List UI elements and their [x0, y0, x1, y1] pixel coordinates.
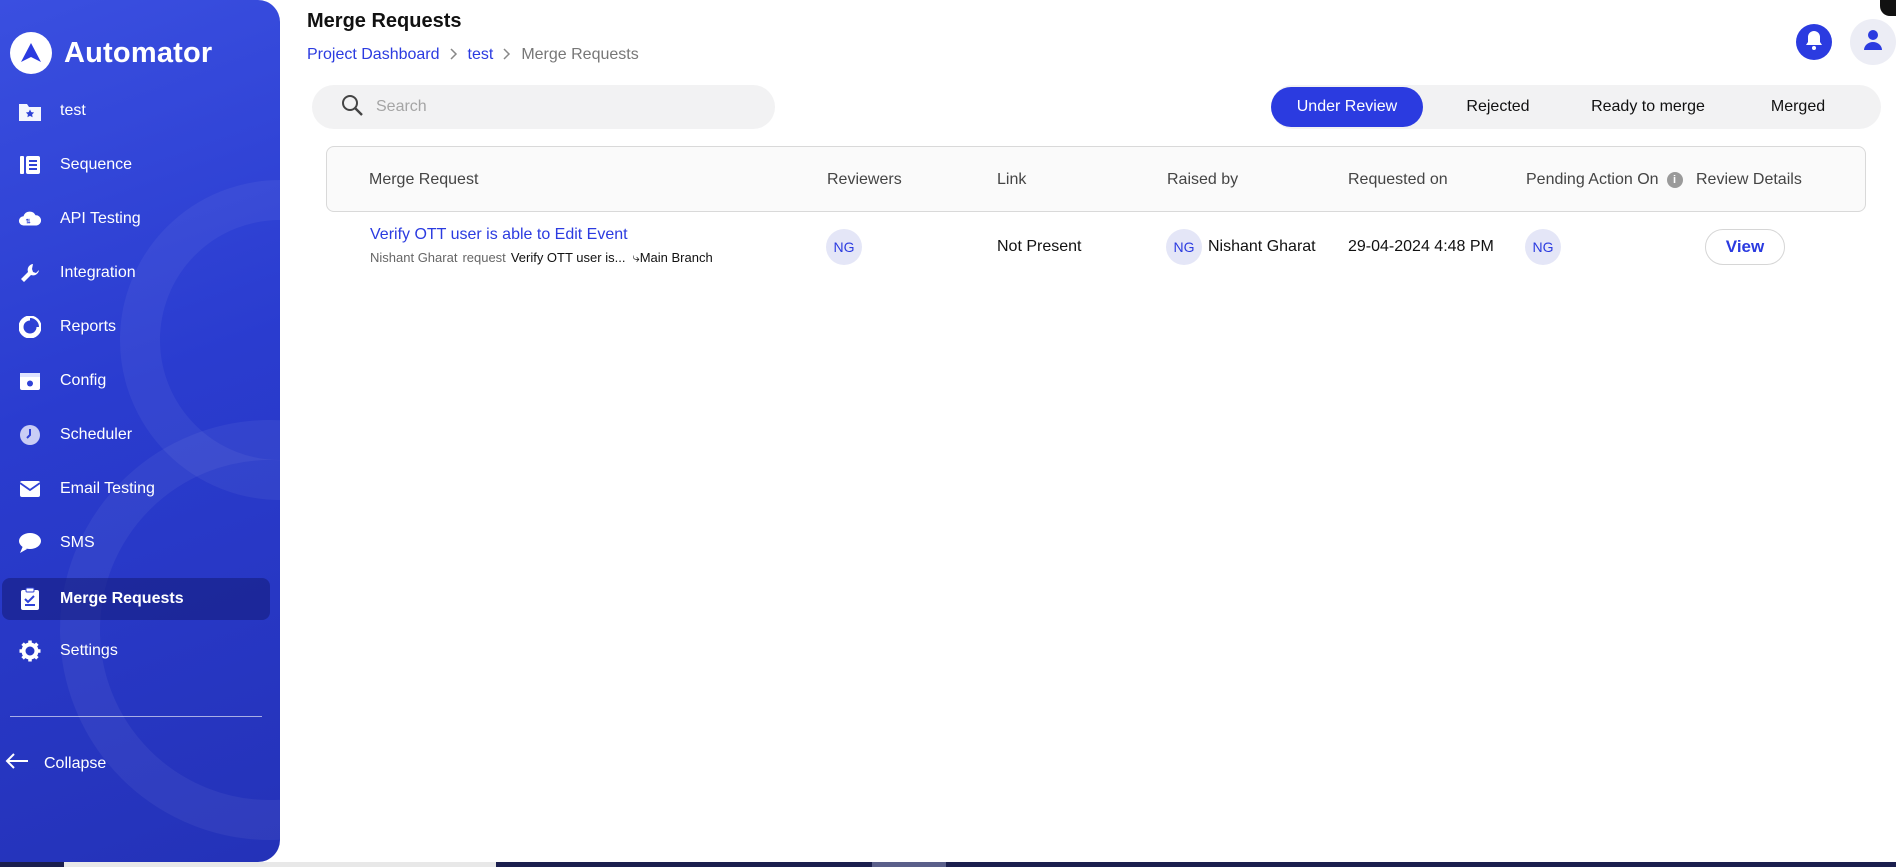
- column-header: Merge Request: [369, 171, 479, 188]
- bell-icon: [1803, 29, 1825, 56]
- branch-name: ⤷Main Branch: [632, 250, 713, 265]
- sidebar: Automator test Sequence ⇅ API Testing In…: [0, 0, 280, 862]
- sidebar-item-scheduler[interactable]: Scheduler: [2, 414, 270, 456]
- column-header-label: Pending Action On: [1526, 171, 1659, 188]
- pie-chart-icon: [18, 315, 42, 339]
- sidebar-item-label: Reports: [60, 318, 117, 335]
- column-header: Review Details: [1696, 171, 1802, 188]
- breadcrumb-project-dashboard[interactable]: Project Dashboard: [307, 46, 440, 64]
- user-profile-button[interactable]: [1850, 19, 1896, 65]
- chevron-right-icon: [449, 47, 458, 63]
- requester-name: Nishant Gharat: [370, 250, 458, 265]
- clipboard-check-icon: [18, 587, 42, 611]
- user-icon: [1863, 29, 1883, 56]
- link-status: Not Present: [997, 238, 1082, 255]
- breadcrumb-current: Merge Requests: [521, 46, 639, 63]
- view-button[interactable]: View: [1705, 229, 1785, 265]
- request-word: request: [462, 250, 506, 265]
- breadcrumb-test[interactable]: test: [468, 46, 494, 64]
- logo-icon: [10, 32, 52, 74]
- sidebar-item-label: Settings: [60, 642, 118, 659]
- column-header: Reviewers: [827, 171, 902, 188]
- arrow-left-icon: [4, 752, 30, 775]
- config-icon: [18, 369, 42, 393]
- table-row: Verify OTT user is able to Edit Event Ni…: [326, 214, 1866, 282]
- info-icon[interactable]: i: [1666, 172, 1683, 188]
- sidebar-item-settings[interactable]: Settings: [2, 630, 270, 672]
- tab-ready-to-merge[interactable]: Ready to merge: [1573, 87, 1723, 127]
- column-header: Link: [997, 171, 1027, 188]
- tab-merged[interactable]: Merged: [1723, 87, 1873, 127]
- search-input[interactable]: [376, 98, 756, 116]
- notifications-button[interactable]: [1796, 24, 1832, 60]
- sequence-icon: [18, 153, 42, 177]
- sidebar-item-label: Sequence: [60, 156, 133, 173]
- raised-by-name: Nishant Gharat: [1208, 238, 1316, 255]
- window-corner: [1880, 0, 1896, 16]
- merge-request-title-link[interactable]: Verify OTT user is able to Edit Event: [370, 226, 628, 244]
- request-item: Verify OTT user is...: [510, 250, 626, 265]
- table-header: Merge Request Reviewers Link Raised by R…: [326, 146, 1866, 212]
- raised-by: NG Nishant Gharat: [1166, 229, 1316, 265]
- page-title: Merge Requests: [307, 10, 462, 32]
- pending-action-avatar: NG: [1525, 229, 1561, 265]
- sidebar-item-config[interactable]: Config: [2, 360, 270, 402]
- sidebar-item-api-testing[interactable]: ⇅ API Testing: [2, 198, 270, 240]
- sidebar-divider: [10, 716, 262, 717]
- clock-icon: [18, 423, 42, 447]
- folder-star-icon: [18, 99, 42, 123]
- sidebar-item-sms[interactable]: SMS: [2, 522, 270, 564]
- sidebar-item-label: SMS: [60, 534, 95, 551]
- column-header: Raised by: [1167, 171, 1239, 188]
- mail-icon: [18, 477, 42, 501]
- sidebar-item-label: Merge Requests: [60, 590, 184, 607]
- sidebar-item-email-testing[interactable]: Email Testing: [2, 468, 270, 510]
- status-tabs: Under Review Rejected Ready to merge Mer…: [1271, 85, 1881, 129]
- sidebar-item-test[interactable]: test: [2, 90, 270, 132]
- collapse-label: Collapse: [44, 754, 107, 772]
- wrench-icon: [18, 261, 42, 285]
- collapse-button[interactable]: Collapse: [4, 752, 106, 775]
- search-bar: [312, 85, 775, 129]
- search-icon: [340, 93, 364, 122]
- sidebar-item-label: Integration: [60, 264, 136, 281]
- sidebar-item-label: API Testing: [60, 210, 141, 227]
- sidebar-item-reports[interactable]: Reports: [2, 306, 270, 348]
- tab-rejected[interactable]: Rejected: [1423, 87, 1573, 127]
- sidebar-item-integration[interactable]: Integration: [2, 252, 270, 294]
- sidebar-item-label: Scheduler: [60, 426, 133, 443]
- taskbar-segment: [64, 862, 496, 867]
- taskbar: [0, 862, 1896, 867]
- sidebar-item-label: test: [60, 102, 86, 119]
- sidebar-item-merge-requests[interactable]: Merge Requests: [2, 578, 270, 620]
- sidebar-item-label: Config: [60, 372, 107, 389]
- column-header: Requested on: [1348, 171, 1448, 188]
- breadcrumb: Project Dashboard test Merge Requests: [307, 46, 639, 64]
- app-logo[interactable]: Automator: [10, 32, 212, 74]
- tab-under-review[interactable]: Under Review: [1271, 87, 1423, 127]
- requested-on: 29-04-2024 4:48 PM: [1348, 238, 1494, 255]
- sidebar-item-label: Email Testing: [60, 480, 155, 497]
- reviewer-avatar: NG: [826, 229, 862, 265]
- merge-request-summary: Nishant Gharat request Verify OTT user i…: [370, 250, 713, 266]
- column-header-pending: Pending Action On i: [1526, 171, 1683, 189]
- taskbar-segment: [872, 862, 946, 867]
- header-actions: [1796, 19, 1896, 65]
- api-cloud-icon: ⇅: [18, 207, 42, 231]
- chevron-right-icon: [503, 47, 511, 63]
- sidebar-item-sequence[interactable]: Sequence: [2, 144, 270, 186]
- svg-text:⇅: ⇅: [25, 218, 30, 226]
- app-name: Automator: [64, 36, 213, 69]
- chat-bubble-icon: [18, 531, 42, 555]
- raised-by-avatar: NG: [1166, 229, 1202, 265]
- gear-icon: [18, 639, 42, 663]
